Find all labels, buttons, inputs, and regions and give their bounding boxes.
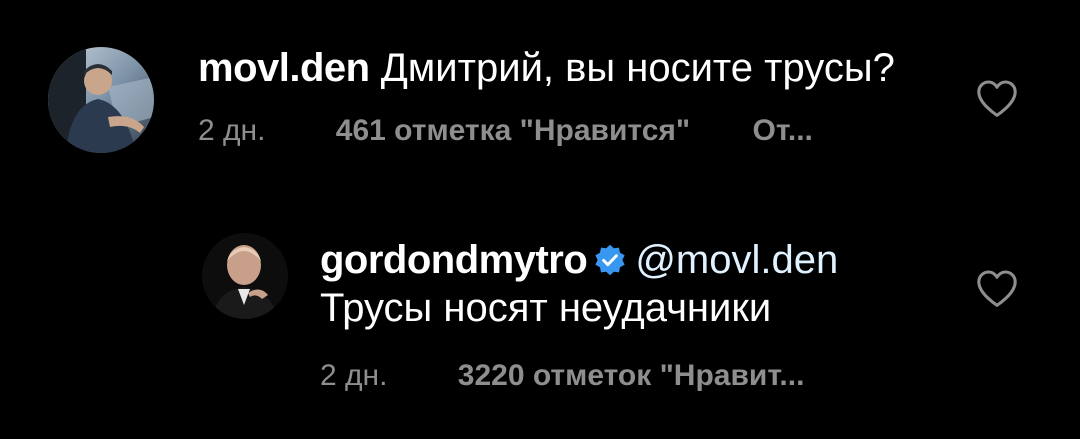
- reply-likes[interactable]: 3220 отметок "Нравит...: [458, 358, 805, 394]
- reply-button[interactable]: От...: [753, 113, 813, 149]
- comment: movl.den Дмитрий, вы носите трусы? 2 дн.…: [0, 0, 1080, 200]
- comment-likes[interactable]: 461 отметка "Нравится": [336, 113, 690, 149]
- avatar[interactable]: [202, 233, 288, 319]
- avatar[interactable]: [48, 47, 154, 153]
- verified-badge-icon: [593, 240, 627, 288]
- reply-header: gordondmytro @movl.den: [320, 236, 838, 288]
- reply-comment: gordondmytro @movl.den Трусы носят неуда…: [0, 200, 1080, 439]
- comment-text: Дмитрий, вы носите трусы?: [380, 46, 895, 90]
- reply-username[interactable]: gordondmytro: [320, 238, 588, 282]
- comment-username[interactable]: movl.den: [198, 46, 370, 90]
- reply-meta: 2 дн. 3220 отметок "Нравит...: [320, 358, 804, 394]
- comment-meta: 2 дн. 461 отметка "Нравится" От...: [198, 113, 813, 149]
- comment-text-line: movl.den Дмитрий, вы носите трусы?: [198, 44, 895, 92]
- reply-time[interactable]: 2 дн.: [320, 358, 387, 394]
- reply-text: Трусы носят неудачники: [320, 286, 772, 330]
- comment-time[interactable]: 2 дн.: [198, 113, 265, 149]
- heart-outline-icon[interactable]: [975, 78, 1019, 118]
- heart-outline-icon[interactable]: [975, 268, 1019, 308]
- mention-link[interactable]: @movl.den: [635, 238, 838, 282]
